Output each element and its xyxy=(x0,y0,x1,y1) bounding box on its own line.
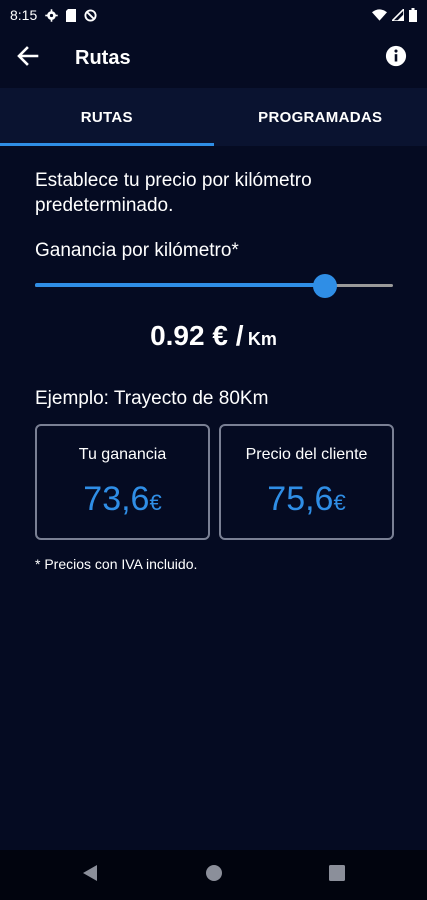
card-currency: € xyxy=(333,490,346,515)
recents-square-icon xyxy=(329,864,345,886)
slider-thumb[interactable] xyxy=(313,274,337,298)
sim-card-icon xyxy=(66,8,77,22)
example-title: Ejemplo: Trayecto de 80Km xyxy=(35,388,269,409)
battery-icon xyxy=(409,8,417,22)
tab-rutas[interactable]: RUTAS xyxy=(0,88,214,146)
price-value: 0.92 € / xyxy=(150,320,244,351)
card-value: 75,6€ xyxy=(221,480,392,519)
intro-text: Establece tu precio por kilómetro predet… xyxy=(35,170,312,216)
gear-icon xyxy=(45,8,58,22)
nav-home-button[interactable] xyxy=(204,864,224,887)
tab-programadas[interactable]: PROGRAMADAS xyxy=(214,88,427,146)
page-title: Rutas xyxy=(75,47,131,69)
price-per-km: 0.92 € / Km xyxy=(0,320,427,352)
card-label: Tu ganancia xyxy=(78,446,167,463)
screen: 8:15 Rutas RUTAS PROGRAMADAS Establece t… xyxy=(0,0,427,900)
nav-recents-button[interactable] xyxy=(327,864,347,886)
nav-back-button[interactable] xyxy=(80,864,100,887)
tab-bar: RUTAS PROGRAMADAS xyxy=(0,88,427,146)
slider-label: Ganancia por kilómetro* xyxy=(35,240,239,261)
status-bar: 8:15 xyxy=(0,0,427,30)
cell-signal-icon xyxy=(392,9,404,21)
back-button[interactable] xyxy=(14,44,42,72)
price-slider[interactable] xyxy=(35,274,393,298)
back-triangle-icon xyxy=(82,864,98,887)
home-circle-icon xyxy=(205,864,223,887)
app-bar: Rutas xyxy=(0,30,427,86)
price-unit: Km xyxy=(247,329,277,349)
info-icon xyxy=(385,45,407,71)
footnote: * Precios con IVA incluido. xyxy=(35,556,198,572)
card-currency: € xyxy=(149,490,162,515)
card-amount: 73,6 xyxy=(83,480,150,518)
arrow-left-icon xyxy=(17,45,39,71)
status-right xyxy=(372,8,417,22)
status-left: 8:15 xyxy=(10,7,97,23)
card-tu-ganancia: Tu ganancia 73,6€ xyxy=(35,424,210,540)
system-nav-bar xyxy=(0,850,427,900)
card-amount: 75,6 xyxy=(267,480,334,518)
example-cards: Tu ganancia 73,6€ Precio del cliente 75,… xyxy=(35,424,394,540)
info-button[interactable] xyxy=(385,45,409,69)
card-value: 73,6€ xyxy=(37,480,208,519)
wifi-icon xyxy=(372,9,387,21)
card-precio-cliente: Precio del cliente 75,6€ xyxy=(219,424,394,540)
data-saver-icon xyxy=(84,8,97,22)
status-time: 8:15 xyxy=(10,7,38,23)
card-label: Precio del cliente xyxy=(245,446,368,463)
slider-fill xyxy=(35,283,325,287)
